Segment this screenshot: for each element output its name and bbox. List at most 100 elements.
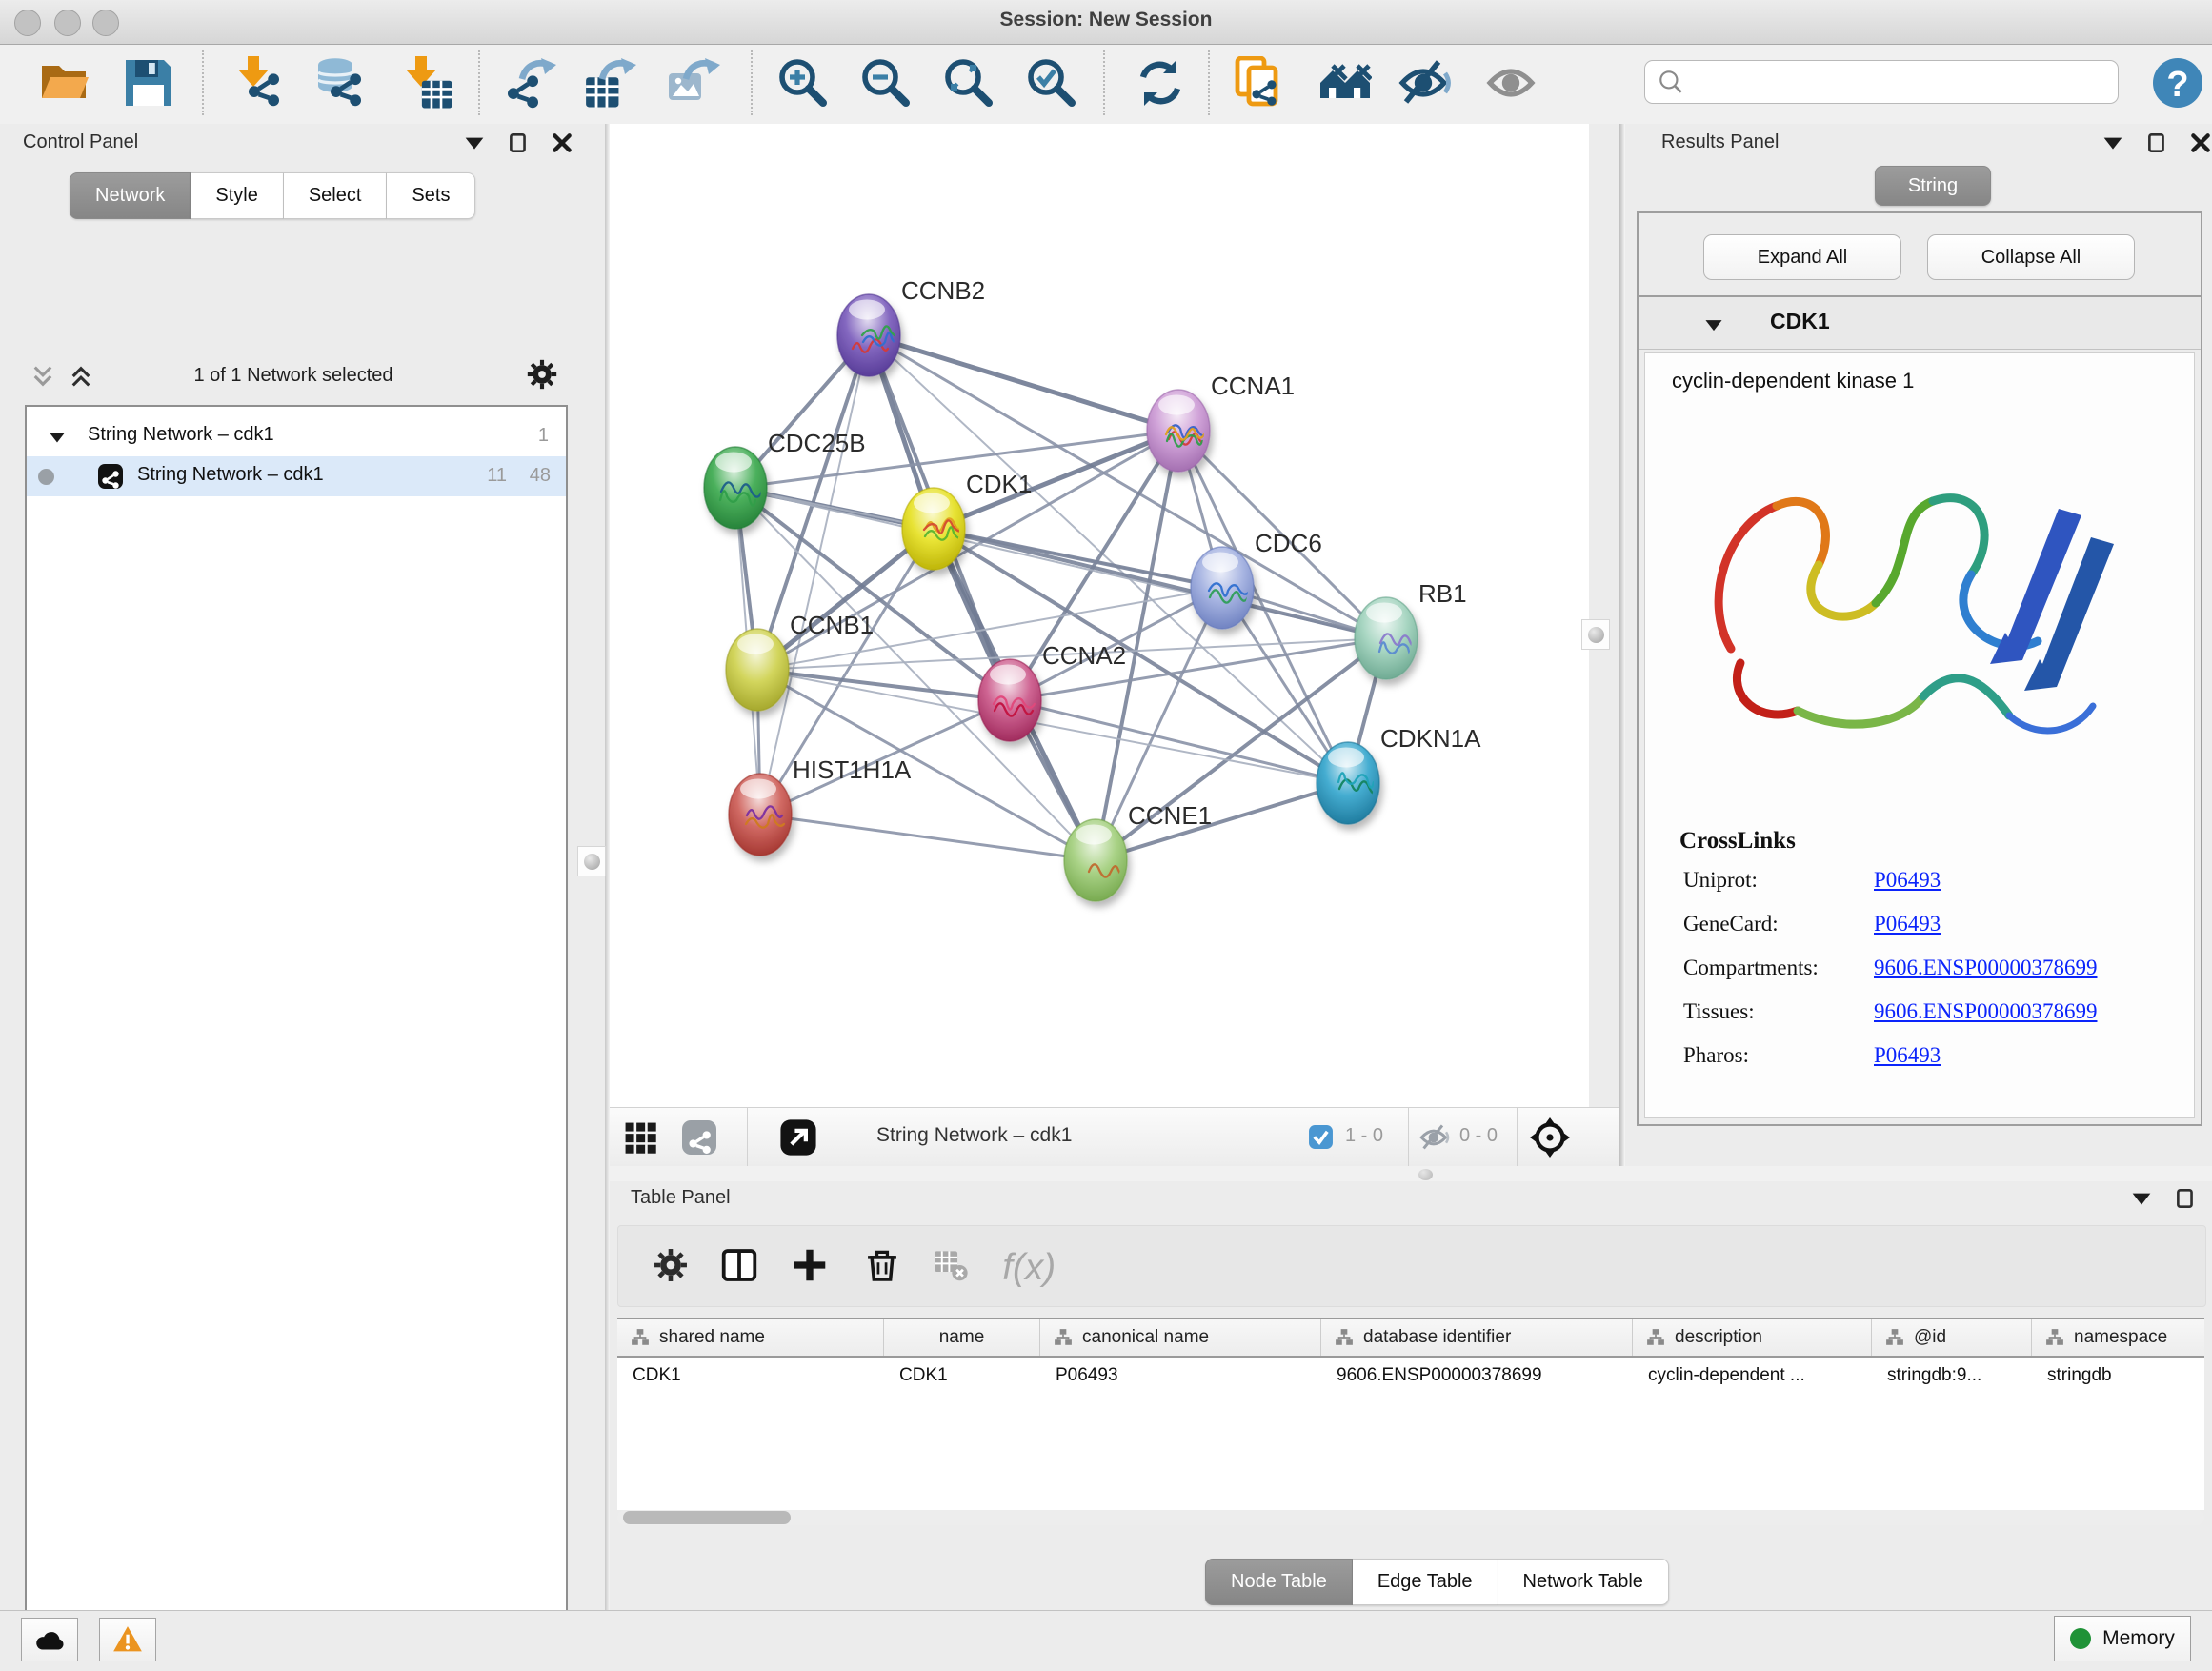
tab-network-table[interactable]: Network Table	[1498, 1559, 1669, 1605]
scrollbar-thumb[interactable]	[623, 1511, 791, 1524]
export-image-icon[interactable]	[667, 56, 720, 110]
panel-float-icon[interactable]	[507, 131, 530, 154]
zoom-out-icon[interactable]	[859, 56, 913, 110]
cell[interactable]: stringdb:9...	[1872, 1358, 2032, 1393]
node-CDK1[interactable]	[902, 488, 965, 570]
edge-CCNB1-CCNA2[interactable]	[757, 670, 1010, 700]
cell[interactable]: CDK1	[884, 1358, 1040, 1393]
panel-close-icon[interactable]	[551, 131, 573, 154]
column-header-description[interactable]: description	[1633, 1319, 1872, 1356]
panel-close-icon[interactable]	[2189, 131, 2212, 154]
node-HIST1H1A[interactable]	[729, 774, 792, 856]
node-RB1[interactable]	[1355, 597, 1421, 679]
grid-view-icon[interactable]	[623, 1120, 657, 1155]
memory-button[interactable]: Memory	[2054, 1616, 2191, 1661]
network-options-gear-icon[interactable]	[526, 358, 558, 391]
network-row-selected[interactable]: String Network – cdk1 11 48	[27, 456, 566, 496]
panel-float-icon[interactable]	[2174, 1187, 2197, 1210]
splitter-handle[interactable]	[1418, 1169, 1433, 1180]
panel-menu-icon[interactable]	[2130, 1187, 2153, 1210]
protein-expand-icon[interactable]	[1703, 314, 1724, 333]
tab-node-table[interactable]: Node Table	[1205, 1559, 1353, 1605]
column-header-namespace[interactable]: namespace	[2032, 1319, 2204, 1356]
show-columns-icon[interactable]	[721, 1247, 757, 1283]
network-overview-icon[interactable]	[682, 1120, 716, 1155]
table-row[interactable]: CDK1CDK1P064939606.ENSP00000378699cyclin…	[617, 1358, 2204, 1393]
panel-menu-icon[interactable]	[2101, 131, 2124, 154]
zoom-in-icon[interactable]	[776, 56, 830, 110]
column-header-name[interactable]: name	[884, 1319, 1040, 1356]
create-column-icon[interactable]	[792, 1247, 828, 1283]
node-CCNA1[interactable]	[1147, 390, 1210, 472]
results-panel-collapse-handle[interactable]	[1581, 619, 1610, 650]
birds-eye-view-icon[interactable]	[1530, 1117, 1570, 1158]
tab-edge-table[interactable]: Edge Table	[1353, 1559, 1498, 1605]
control-panel-collapse-handle[interactable]	[577, 846, 606, 876]
new-network-from-selection-icon[interactable]	[1234, 56, 1287, 110]
cell[interactable]: cyclin-dependent ...	[1633, 1358, 1872, 1393]
crosslink-value-link[interactable]: P06493	[1874, 1043, 1941, 1067]
column-header-shared-name[interactable]: shared name	[617, 1319, 884, 1356]
delete-column-icon[interactable]	[864, 1247, 900, 1283]
column-header--id[interactable]: @id	[1872, 1319, 2032, 1356]
edge-CCNB2-RB1[interactable]	[869, 335, 1386, 638]
cell[interactable]: P06493	[1040, 1358, 1321, 1393]
cloud-status-button[interactable]	[21, 1618, 78, 1661]
node-CCNB1[interactable]	[726, 629, 789, 711]
network-canvas[interactable]: CCNB2CCNA1CDC25BCDK1CDC6RB1CCNB1CCNA2CDK…	[610, 124, 1589, 1107]
warnings-button[interactable]	[99, 1618, 156, 1661]
help-button[interactable]: ?	[2151, 56, 2204, 110]
apply-preferred-layout-icon[interactable]	[1318, 56, 1372, 110]
crosslink-value-link[interactable]: 9606.ENSP00000378699	[1874, 999, 2098, 1023]
panel-menu-icon[interactable]	[463, 131, 486, 154]
cell[interactable]: 9606.ENSP00000378699	[1321, 1358, 1633, 1393]
network-collection-row[interactable]: String Network – cdk1 1	[27, 416, 566, 456]
zoom-fit-content-icon[interactable]	[942, 56, 995, 110]
table-horizontal-scrollbar[interactable]	[617, 1510, 2204, 1525]
node-CCNE1[interactable]	[1064, 819, 1127, 901]
crosslink-value-link[interactable]: 9606.ENSP00000378699	[1874, 956, 2098, 979]
import-network-icon[interactable]	[232, 56, 286, 110]
cell[interactable]: CDK1	[617, 1358, 884, 1393]
zoom-selected-icon[interactable]	[1025, 56, 1078, 110]
collapse-all-button[interactable]: Collapse All	[1927, 234, 2135, 280]
crosslink-value-link[interactable]: P06493	[1874, 868, 1941, 892]
node-CCNA2[interactable]	[978, 659, 1041, 741]
crosslink-value-link[interactable]: P06493	[1874, 912, 1941, 936]
refresh-view-icon[interactable]	[1134, 56, 1187, 110]
export-table-icon[interactable]	[583, 56, 636, 110]
edge-CCNB2-CCNA1[interactable]	[869, 335, 1178, 431]
search-input[interactable]	[1695, 63, 2108, 99]
edge-HIST1H1A-CCNE1[interactable]	[760, 815, 1096, 860]
tab-string[interactable]: String	[1875, 166, 1991, 206]
panel-float-icon[interactable]	[2145, 131, 2168, 154]
export-network-icon[interactable]	[503, 56, 556, 110]
collection-expand-icon[interactable]	[48, 428, 67, 445]
node-table[interactable]: shared namenamecanonical namedatabase id…	[617, 1318, 2204, 1510]
edge-CCNB2-HIST1H1A[interactable]	[760, 335, 869, 815]
tab-sets[interactable]: Sets	[387, 172, 475, 219]
import-table-icon[interactable]	[400, 56, 453, 110]
hide-selected-icon[interactable]	[1398, 56, 1452, 110]
edge-CCNA2-CDKN1A[interactable]	[1010, 700, 1348, 783]
node-CDC25B[interactable]	[704, 447, 767, 529]
detach-view-icon[interactable]	[779, 1118, 817, 1157]
selected-checkbox-icon[interactable]	[1308, 1124, 1334, 1150]
network-edge-count: 48	[530, 465, 551, 487]
save-session-button[interactable]	[122, 56, 175, 110]
node-CDKN1A[interactable]	[1317, 742, 1380, 824]
node-CCNB2[interactable]	[837, 294, 903, 376]
expand-all-button[interactable]: Expand All	[1703, 234, 1901, 280]
open-session-button[interactable]	[38, 56, 91, 110]
horizontal-splitter[interactable]	[610, 1166, 2212, 1181]
tab-network[interactable]: Network	[70, 172, 191, 219]
cell[interactable]: stringdb	[2032, 1358, 2204, 1393]
tab-style[interactable]: Style	[191, 172, 283, 219]
column-header-database-identifier[interactable]: database identifier	[1321, 1319, 1633, 1356]
node-CDC6[interactable]	[1191, 547, 1254, 629]
show-all-icon[interactable]	[1486, 56, 1539, 110]
import-network-database-icon[interactable]	[314, 56, 368, 110]
table-options-gear-icon[interactable]	[653, 1247, 689, 1283]
tab-select[interactable]: Select	[284, 172, 388, 219]
column-header-canonical-name[interactable]: canonical name	[1040, 1319, 1321, 1356]
